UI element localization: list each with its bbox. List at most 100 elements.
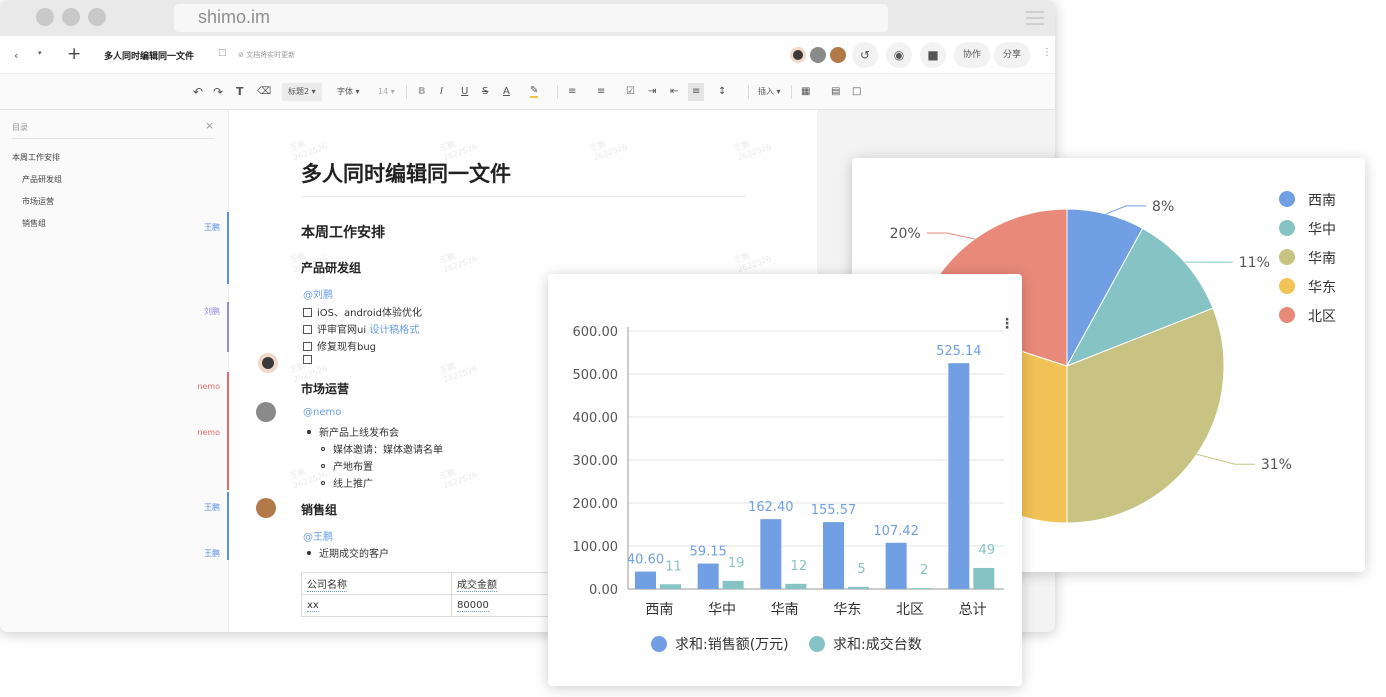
- legend-swatch: [1279, 307, 1295, 323]
- legend-label: 求和:销售额(万元): [675, 637, 789, 653]
- mention[interactable]: @刘鹏: [303, 286, 333, 301]
- bullet-item[interactable]: 近期成交的客户: [307, 545, 389, 560]
- underline-icon[interactable]: U: [461, 85, 468, 99]
- heading-marketing[interactable]: 市场运营: [301, 380, 349, 397]
- document-topbar: ‹ ▾ + 多人同时编辑同一文件 □ ⊘ 文档将实时更新 ↺ ◉ ■ 协作 分享…: [0, 36, 1055, 74]
- task-item[interactable]: 修复现有bug: [303, 338, 376, 353]
- back-icon[interactable]: ‹: [14, 49, 18, 62]
- window-zoom-dot[interactable]: [88, 8, 106, 26]
- url-bar[interactable]: shimo.im: [174, 4, 888, 32]
- toolbar-divider: [406, 85, 407, 99]
- bar: [785, 583, 807, 589]
- task-item[interactable]: iOS、android体验优化: [303, 304, 422, 319]
- format-painter-icon[interactable]: T: [236, 85, 244, 99]
- bookmark-icon[interactable]: □: [218, 48, 227, 58]
- toc-item[interactable]: 销售组: [22, 218, 46, 229]
- browser-menu-icon[interactable]: [1026, 11, 1044, 25]
- heading-sales[interactable]: 销售组: [301, 501, 337, 518]
- comment-icon[interactable]: □: [852, 85, 861, 99]
- bar-chart: 600.00 500.00 400.00 300.00 200.00 100.00 0.00…: [573, 325, 1004, 653]
- toc-item[interactable]: 本周工作安排: [12, 152, 60, 163]
- ordered-list-icon[interactable]: ≡: [568, 85, 576, 99]
- strikethrough-icon[interactable]: S: [482, 85, 488, 99]
- font-size-select[interactable]: 14 ▾: [378, 85, 395, 99]
- bar-value-label: 162.40: [748, 500, 794, 515]
- legend-swatch: [651, 636, 667, 652]
- pie-percent-label: 31%: [1261, 457, 1292, 473]
- font-family-select[interactable]: 字体 ▾: [337, 85, 360, 99]
- bullet-list-icon[interactable]: ≡: [597, 85, 605, 99]
- bullet-item[interactable]: 新产品上线发布会: [307, 424, 399, 439]
- indent-icon[interactable]: ⇥: [648, 85, 656, 99]
- legend-label: 华南: [1308, 251, 1336, 267]
- browser-chrome: shimo.im: [0, 0, 1055, 36]
- bar: [910, 588, 932, 589]
- bold-icon[interactable]: B: [418, 85, 426, 99]
- font-family-value: 字体: [337, 87, 353, 96]
- more-options-icon[interactable]: ⋮: [1042, 47, 1052, 58]
- outdent-icon[interactable]: ⇤: [670, 85, 678, 99]
- heading-week-plan[interactable]: 本周工作安排: [301, 222, 385, 242]
- share-button[interactable]: 分享: [994, 42, 1030, 68]
- table-header-cell[interactable]: 公司名称: [301, 572, 452, 595]
- bar: [973, 567, 995, 589]
- play-circle-icon[interactable]: ◉: [886, 42, 912, 68]
- toc-item[interactable]: 市场运营: [22, 196, 54, 207]
- checklist-icon[interactable]: ☑: [626, 85, 635, 99]
- checkbox[interactable]: [303, 342, 312, 351]
- clear-format-icon[interactable]: ⌫: [257, 85, 271, 99]
- window-minimize-dot[interactable]: [62, 8, 80, 26]
- text-color-icon[interactable]: A: [503, 85, 510, 99]
- task-item[interactable]: [303, 355, 317, 366]
- highlight-icon[interactable]: ✎: [530, 85, 539, 98]
- window-close-dot[interactable]: [36, 8, 54, 26]
- bar: [948, 363, 970, 589]
- sub-bullet-item[interactable]: 媒体邀请：媒体邀请名单: [321, 441, 443, 456]
- video-camera-icon[interactable]: ■: [920, 42, 946, 68]
- checkbox[interactable]: [303, 325, 312, 334]
- history-icon[interactable]: ↺: [852, 42, 878, 68]
- cursor-avatar: [256, 402, 276, 422]
- heading-style-select[interactable]: 标题2 ▾: [282, 83, 322, 101]
- close-toc-icon[interactable]: ×: [205, 119, 214, 132]
- bar-value-label: 49: [979, 543, 996, 558]
- collaborator-avatar[interactable]: [830, 47, 846, 63]
- cell-text: xx: [307, 600, 319, 612]
- font-size-value: 14: [378, 87, 389, 96]
- table-icon[interactable]: ▦: [801, 85, 810, 99]
- bar: [885, 542, 907, 589]
- mention[interactable]: @nemo: [303, 407, 341, 418]
- legend-swatch: [1279, 220, 1295, 236]
- toc-item[interactable]: 产品研发组: [22, 174, 62, 185]
- line-spacing-icon[interactable]: ↕: [718, 85, 726, 99]
- back-dropdown-icon[interactable]: ▾: [38, 49, 42, 57]
- sub-bullet-item[interactable]: 产地布置: [321, 458, 373, 473]
- new-doc-icon[interactable]: +: [67, 44, 81, 64]
- redo-icon[interactable]: ↷: [213, 85, 223, 99]
- design-link[interactable]: 设计稿格式: [369, 325, 419, 336]
- collaborator-avatar[interactable]: [790, 47, 806, 63]
- heading-product-group[interactable]: 产品研发组: [301, 259, 361, 276]
- legend-swatch: [1279, 249, 1295, 265]
- doc-title[interactable]: 多人同时编辑同一文件: [301, 158, 511, 188]
- undo-icon[interactable]: ↶: [193, 85, 203, 99]
- bar: [823, 522, 844, 589]
- bullet-text: 近期成交的客户: [319, 549, 389, 560]
- checkbox[interactable]: [303, 355, 312, 364]
- bar-value-label: 525.14: [936, 344, 982, 359]
- collaborator-avatar[interactable]: [810, 47, 826, 63]
- sub-bullet-item[interactable]: 线上推广: [321, 475, 373, 490]
- table-cell[interactable]: xx: [301, 594, 452, 617]
- italic-icon[interactable]: I: [440, 85, 443, 99]
- image-icon[interactable]: ▤: [831, 85, 840, 99]
- chart-more-icon[interactable]: ⋮: [1000, 316, 1014, 332]
- x-tick-label: 华南: [771, 602, 799, 618]
- align-select[interactable]: ≡: [688, 83, 705, 101]
- doc-title-tab[interactable]: 多人同时编辑同一文件: [104, 49, 194, 62]
- y-tick-label: 0.00: [589, 583, 618, 598]
- collaborate-button[interactable]: 协作: [954, 42, 990, 68]
- insert-menu[interactable]: 插入 ▾: [758, 85, 781, 99]
- mention[interactable]: @王鹏: [303, 528, 333, 543]
- task-item[interactable]: 评审官网ui 设计稿格式: [303, 321, 419, 336]
- checkbox[interactable]: [303, 308, 312, 317]
